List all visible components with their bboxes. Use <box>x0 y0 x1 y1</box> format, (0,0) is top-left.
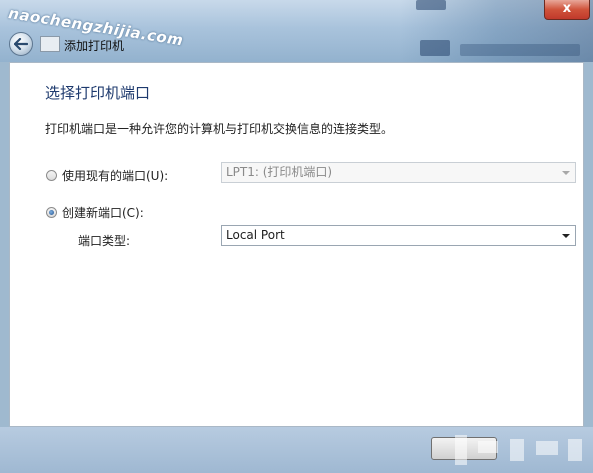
watermark-fragment <box>568 439 582 461</box>
close-button[interactable]: x <box>544 0 590 20</box>
port-type-label: 端口类型: <box>78 234 131 248</box>
background-window-fragment <box>416 0 446 10</box>
background-window-fragment <box>460 44 580 56</box>
back-button[interactable] <box>9 32 33 56</box>
create-new-port-label: 创建新端口(C): <box>62 206 144 220</box>
create-new-port-option[interactable]: 创建新端口(C): <box>46 204 144 221</box>
wizard-content: 选择打印机端口 打印机端口是一种允许您的计算机与打印机交换信息的连接类型。 使用… <box>9 62 584 427</box>
existing-port-dropdown[interactable]: LPT1: (打印机端口) <box>221 162 576 183</box>
wizard-footer <box>0 427 593 473</box>
watermark-fragment <box>510 439 524 461</box>
add-printer-window: naochengzhijia.com x 添加打印机 选择打印机端口 打印机端口… <box>0 0 593 473</box>
port-type-dropdown[interactable]: Local Port <box>221 225 576 246</box>
printer-icon <box>40 36 60 52</box>
window-title: 添加打印机 <box>64 39 125 53</box>
watermark-fragment <box>536 441 558 455</box>
background-window-fragment <box>420 40 450 56</box>
page-description: 打印机端口是一种允许您的计算机与打印机交换信息的连接类型。 <box>45 122 394 136</box>
use-existing-port-label: 使用现有的端口(U): <box>62 169 169 183</box>
existing-port-value: LPT1: (打印机端口) <box>226 165 333 179</box>
create-new-port-radio[interactable] <box>46 207 57 218</box>
back-arrow-icon <box>14 38 28 50</box>
use-existing-port-radio[interactable] <box>46 170 57 181</box>
watermark-fragment <box>478 441 498 453</box>
use-existing-port-option[interactable]: 使用现有的端口(U): <box>46 167 168 184</box>
chevron-down-icon <box>562 171 570 175</box>
title-bar: naochengzhijia.com x 添加打印机 <box>0 0 593 62</box>
watermark-fragment <box>455 435 467 465</box>
page-heading: 选择打印机端口 <box>45 84 151 102</box>
port-type-value: Local Port <box>226 228 285 242</box>
chevron-down-icon <box>562 234 570 238</box>
